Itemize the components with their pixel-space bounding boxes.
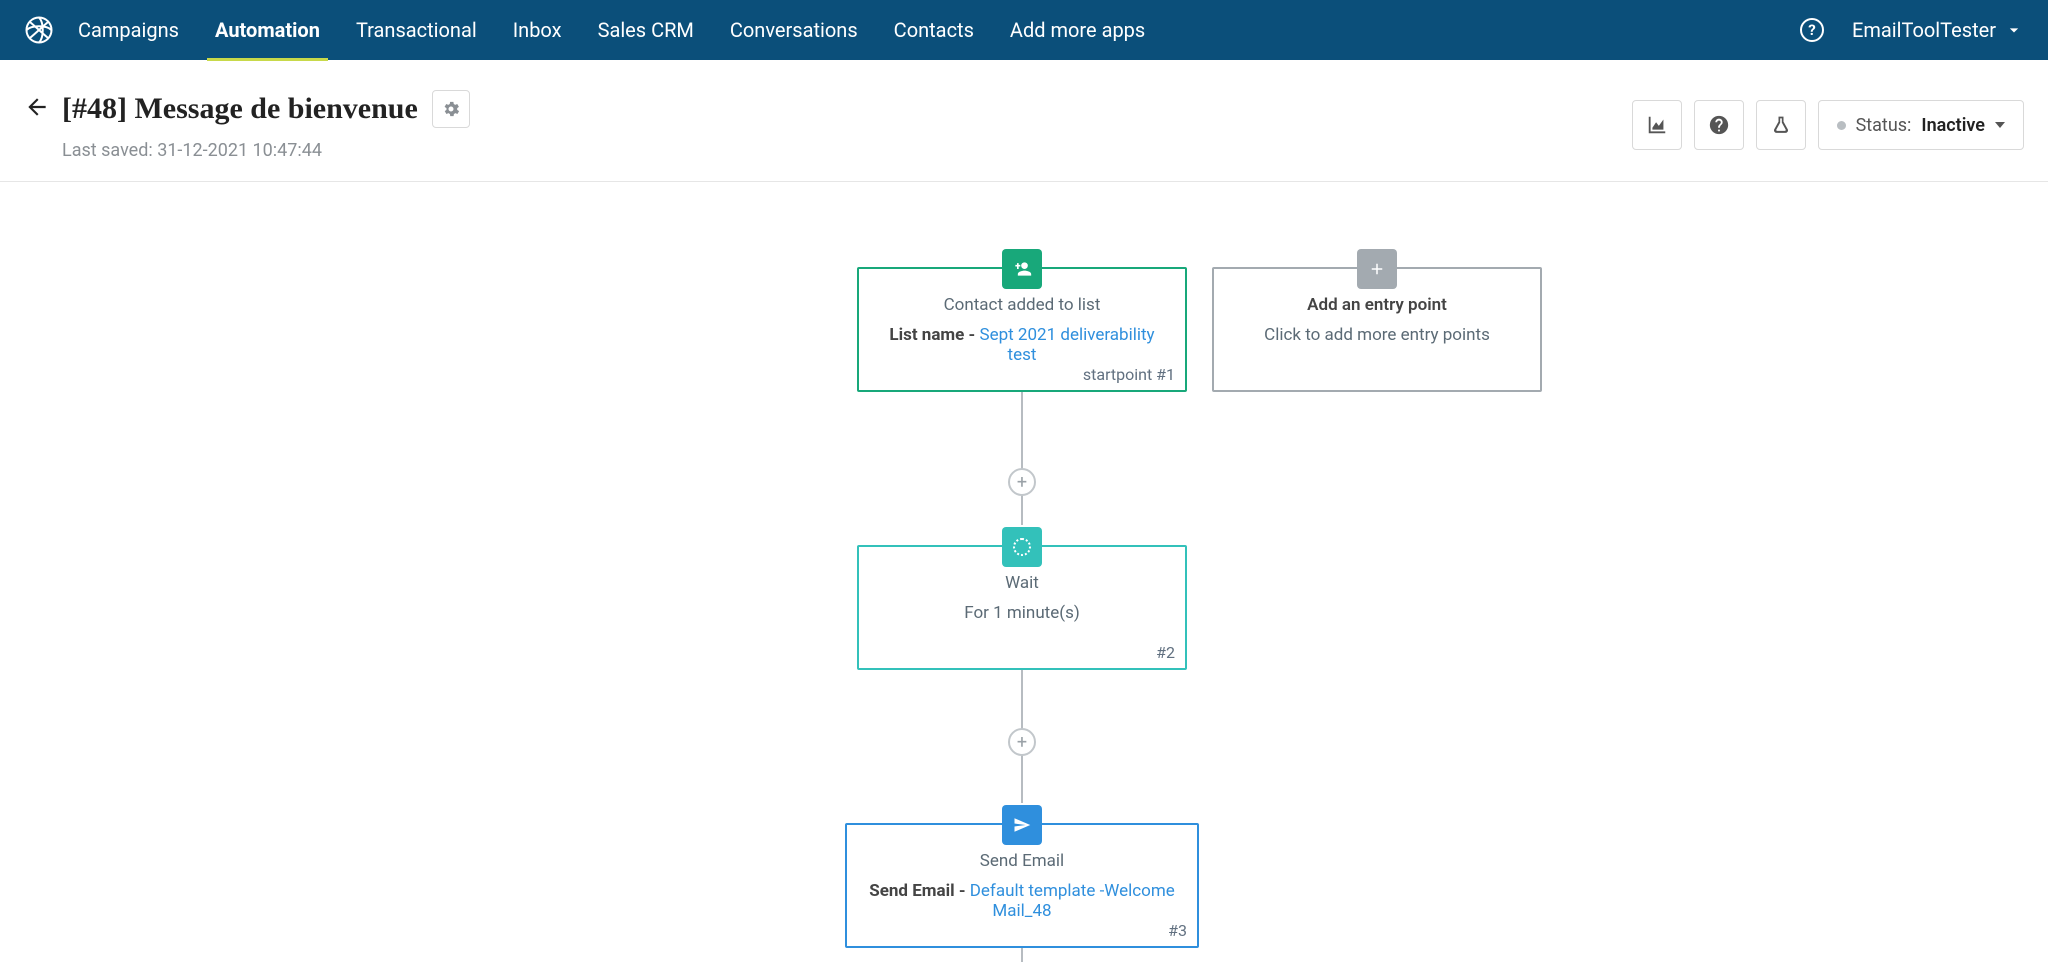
last-saved-text: Last saved: 31-12-2021 10:47:44 [62,140,470,161]
status-value: Inactive [1921,115,1985,136]
node-title: Add an entry point [1228,295,1526,315]
node-title: Contact added to list [873,295,1171,315]
node-index: #2 [1156,643,1175,662]
gear-icon [441,99,461,119]
help-icon[interactable]: ? [1800,18,1824,42]
nav-sales-crm[interactable]: Sales CRM [598,2,694,58]
nav-automation[interactable]: Automation [215,2,320,58]
nav-contacts[interactable]: Contacts [894,2,974,58]
nav-transactional[interactable]: Transactional [356,2,477,58]
nav-items: Campaigns Automation Transactional Inbox… [78,2,1145,58]
node-subtitle: Click to add more entry points [1228,325,1526,345]
list-name-label: List name - [889,325,979,345]
nav-right: ? EmailToolTester [1800,18,2024,42]
contact-add-icon [1002,249,1042,289]
nav-campaigns[interactable]: Campaigns [78,2,179,58]
send-email-label: Send Email - [869,881,970,901]
nav-inbox[interactable]: Inbox [513,2,562,58]
nav-conversations[interactable]: Conversations [730,2,858,58]
add-step-button[interactable]: + [1008,728,1036,756]
back-arrow-icon[interactable] [24,94,50,127]
nav-add-more-apps[interactable]: Add more apps [1010,2,1145,58]
question-circle-icon [1708,114,1730,136]
node-index: startpoint #1 [1083,365,1175,384]
top-nav: Campaigns Automation Transactional Inbox… [0,0,2048,60]
header-actions: Status: Inactive [1632,100,2024,150]
help-button[interactable] [1694,100,1744,150]
chevron-down-icon [2004,20,2024,40]
plus-icon [1357,249,1397,289]
node-title: Wait [873,573,1171,593]
list-link[interactable]: Sept 2021 deliverability test [979,325,1154,365]
node-entry-contact-added[interactable]: Contact added to list List name - Sept 2… [857,267,1187,392]
test-button[interactable] [1756,100,1806,150]
node-detail: Send Email - Default template -Welcome M… [861,881,1183,921]
add-step-button[interactable]: + [1008,468,1036,496]
template-link[interactable]: Default template -Welcome Mail_48 [970,881,1175,921]
chart-area-icon [1646,114,1668,136]
workflow-canvas[interactable]: Contact added to list List name - Sept 2… [0,182,2048,962]
status-dropdown[interactable]: Status: Inactive [1818,100,2024,150]
wait-icon [1002,527,1042,567]
send-icon [1002,805,1042,845]
page-header: [#48] Message de bienvenue Last saved: 3… [0,60,2048,182]
node-send-email[interactable]: Send Email Send Email - Default template… [845,823,1199,948]
title-block: [#48] Message de bienvenue Last saved: 3… [62,90,470,161]
node-index: #3 [1168,921,1187,940]
flask-icon [1771,114,1791,136]
node-detail: List name - Sept 2021 deliverability tes… [873,325,1171,365]
page-title: [#48] Message de bienvenue [62,92,418,126]
node-add-entry-point[interactable]: Add an entry point Click to add more ent… [1212,267,1542,392]
account-name: EmailToolTester [1852,18,1996,42]
account-menu[interactable]: EmailToolTester [1852,18,2024,42]
brand-logo[interactable] [24,15,54,45]
settings-button[interactable] [432,90,470,128]
stats-button[interactable] [1632,100,1682,150]
status-label: Status: [1856,115,1912,136]
chevron-down-icon [1995,122,2005,128]
status-dot-icon [1837,121,1846,130]
node-detail: For 1 minute(s) [873,603,1171,623]
connector-line [1021,948,1023,962]
connector-line [1021,392,1023,525]
node-title: Send Email [861,851,1183,871]
node-wait[interactable]: Wait For 1 minute(s) #2 [857,545,1187,670]
